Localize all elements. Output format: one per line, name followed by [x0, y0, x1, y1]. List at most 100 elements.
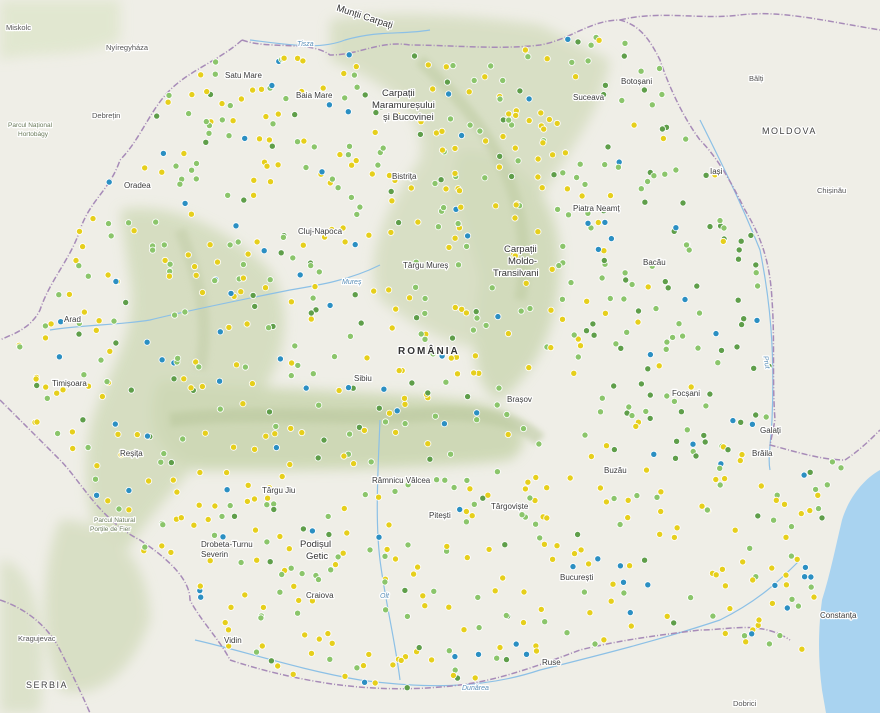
map-marker[interactable] [600, 256, 608, 264]
map-marker[interactable] [265, 408, 273, 416]
map-marker[interactable] [181, 308, 189, 316]
map-marker[interactable] [521, 485, 529, 493]
map-marker[interactable] [505, 110, 513, 118]
map-marker[interactable] [159, 149, 167, 157]
map-marker[interactable] [664, 284, 672, 292]
map-marker[interactable] [133, 431, 141, 439]
map-marker[interactable] [532, 473, 540, 481]
map-marker[interactable] [437, 176, 445, 184]
map-marker[interactable] [449, 671, 457, 679]
map-marker[interactable] [737, 418, 745, 426]
map-marker[interactable] [250, 176, 258, 184]
map-marker[interactable] [225, 323, 233, 331]
map-marker[interactable] [289, 670, 297, 678]
map-marker[interactable] [232, 222, 240, 230]
map-marker[interactable] [577, 342, 585, 350]
map-marker[interactable] [80, 371, 88, 379]
map-marker[interactable] [276, 355, 284, 363]
map-marker[interactable] [268, 82, 276, 90]
map-marker[interactable] [610, 382, 618, 390]
map-marker[interactable] [335, 386, 343, 394]
map-marker[interactable] [464, 232, 472, 240]
map-marker[interactable] [814, 491, 822, 499]
map-marker[interactable] [493, 468, 501, 476]
map-marker[interactable] [663, 338, 671, 346]
map-marker[interactable] [219, 533, 227, 541]
map-marker[interactable] [160, 450, 168, 458]
map-marker[interactable] [310, 143, 318, 151]
map-marker[interactable] [806, 507, 814, 515]
map-marker[interactable] [595, 36, 603, 44]
map-marker[interactable] [429, 85, 437, 93]
map-marker[interactable] [776, 632, 784, 640]
map-marker[interactable] [456, 505, 464, 513]
map-marker[interactable] [125, 506, 133, 514]
map-marker[interactable] [417, 330, 425, 338]
map-marker[interactable] [670, 533, 678, 541]
map-marker[interactable] [410, 52, 418, 60]
map-marker[interactable] [374, 161, 382, 169]
map-marker[interactable] [192, 175, 200, 183]
map-marker[interactable] [754, 512, 762, 520]
map-marker[interactable] [262, 113, 270, 121]
map-marker[interactable] [387, 187, 395, 195]
map-marker[interactable] [80, 308, 88, 316]
map-marker[interactable] [431, 179, 439, 187]
map-marker[interactable] [637, 185, 645, 193]
map-marker[interactable] [239, 274, 247, 282]
map-marker[interactable] [65, 290, 73, 298]
map-marker[interactable] [192, 271, 200, 279]
map-marker[interactable] [330, 353, 338, 361]
map-marker[interactable] [307, 315, 315, 323]
map-marker[interactable] [534, 228, 542, 236]
map-marker[interactable] [583, 327, 591, 335]
map-marker[interactable] [127, 386, 135, 394]
map-marker[interactable] [341, 94, 349, 102]
map-marker[interactable] [788, 595, 796, 603]
map-marker[interactable] [356, 203, 364, 211]
map-marker[interactable] [326, 301, 334, 309]
map-marker[interactable] [198, 382, 206, 390]
map-marker[interactable] [753, 316, 761, 324]
map-marker[interactable] [596, 484, 604, 492]
map-marker[interactable] [184, 251, 192, 259]
map-marker[interactable] [706, 390, 714, 398]
map-marker[interactable] [315, 635, 323, 643]
map-marker[interactable] [145, 477, 153, 485]
map-marker[interactable] [410, 570, 418, 578]
map-marker[interactable] [750, 364, 758, 372]
map-marker[interactable] [340, 452, 348, 460]
map-marker[interactable] [391, 555, 399, 563]
map-marker[interactable] [366, 546, 374, 554]
map-marker[interactable] [675, 320, 683, 328]
map-marker[interactable] [143, 338, 151, 346]
map-marker[interactable] [414, 563, 422, 571]
map-marker[interactable] [610, 494, 618, 502]
map-marker[interactable] [738, 451, 746, 459]
map-marker[interactable] [196, 468, 204, 476]
map-marker[interactable] [442, 185, 450, 193]
map-marker[interactable] [239, 400, 247, 408]
map-marker[interactable] [652, 305, 660, 313]
map-marker[interactable] [239, 260, 247, 268]
map-marker[interactable] [644, 365, 652, 373]
map-marker[interactable] [525, 364, 533, 372]
map-marker[interactable] [278, 571, 286, 579]
map-marker[interactable] [724, 446, 732, 454]
map-marker[interactable] [244, 250, 252, 258]
map-marker[interactable] [266, 558, 274, 566]
map-marker[interactable] [520, 619, 528, 627]
map-marker[interactable] [823, 481, 831, 489]
map-marker[interactable] [545, 116, 553, 124]
map-marker[interactable] [797, 510, 805, 518]
map-marker[interactable] [265, 136, 273, 144]
map-marker[interactable] [296, 271, 304, 279]
map-marker[interactable] [344, 384, 352, 392]
map-marker[interactable] [709, 612, 717, 620]
map-marker[interactable] [754, 282, 762, 290]
map-marker[interactable] [597, 408, 605, 416]
map-marker[interactable] [522, 279, 530, 287]
map-marker[interactable] [153, 112, 161, 120]
map-marker[interactable] [351, 291, 359, 299]
map-marker[interactable] [525, 117, 533, 125]
